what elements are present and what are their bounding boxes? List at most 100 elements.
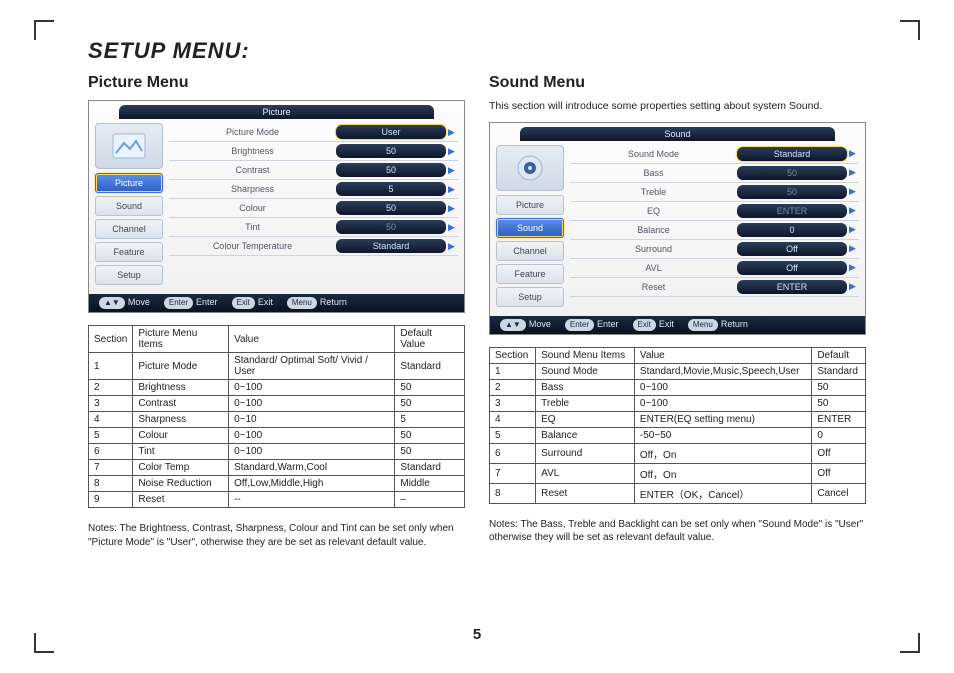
move-label: Move xyxy=(529,319,551,329)
prop-label: AVL xyxy=(570,263,737,273)
chevron-right-icon: ▶ xyxy=(448,146,458,157)
cell: 5 xyxy=(395,412,465,428)
menu-keycap: Menu xyxy=(688,319,718,331)
picture-column: Picture Menu Picture Picture Sound Channel… xyxy=(88,74,465,549)
prop-label: Picture Mode xyxy=(169,127,336,137)
nav-item-feature[interactable]: Feature xyxy=(95,242,163,262)
cell: 0 xyxy=(812,427,866,443)
cell: 5 xyxy=(89,428,133,444)
exit-label: Exit xyxy=(258,297,273,307)
table-row: 3Treble0~10050 xyxy=(490,395,866,411)
chevron-right-icon: ▶ xyxy=(448,222,458,233)
cell: 8 xyxy=(89,476,133,492)
nav-item-setup[interactable]: Setup xyxy=(95,265,163,285)
osd-footer: ▲▼Move EnterEnter ExitExit MenuReturn xyxy=(490,316,865,334)
cell: Standard,Warm,Cool xyxy=(229,460,395,476)
osd-title: Picture xyxy=(119,105,434,119)
table-row: 5Colour0~10050 xyxy=(89,428,465,444)
nav-item-channel[interactable]: Channel xyxy=(496,241,564,261)
prop-label: Brightness xyxy=(169,146,336,156)
cell: Noise Reduction xyxy=(133,476,229,492)
table-row: 9Reset--– xyxy=(89,492,465,508)
sound-osd-screenshot: Sound PictureSoundChannelFeatureSetup So… xyxy=(489,122,866,335)
col-header: Sound Menu Items xyxy=(536,347,635,363)
cell: Sharpness xyxy=(133,412,229,428)
prop-row[interactable]: Picture ModeUser▶ xyxy=(169,123,458,142)
prop-row[interactable]: Sound ModeStandard▶ xyxy=(570,145,859,164)
prop-value: Standard xyxy=(336,239,446,253)
prop-value: 0 xyxy=(737,223,847,237)
prop-row[interactable]: Treble50▶ xyxy=(570,183,859,202)
exit-label: Exit xyxy=(659,319,674,329)
chevron-right-icon: ▶ xyxy=(849,167,859,178)
cell: Standard xyxy=(395,460,465,476)
table-row: 8ResetENTER（OK，Cancel）Cancel xyxy=(490,483,866,503)
crop-mark xyxy=(34,20,54,40)
return-label: Return xyxy=(320,297,347,307)
prop-label: Sharpness xyxy=(169,184,336,194)
cell: 50 xyxy=(395,444,465,460)
page-number: 5 xyxy=(0,626,954,643)
nav-item-sound[interactable]: Sound xyxy=(95,196,163,216)
cell: 0~100 xyxy=(634,379,811,395)
picture-icon xyxy=(95,123,163,169)
chevron-right-icon: ▶ xyxy=(448,165,458,176)
cell: Reset xyxy=(536,483,635,503)
nav-item-picture[interactable]: Picture xyxy=(496,195,564,215)
chevron-right-icon: ▶ xyxy=(448,184,458,195)
nav-item-feature[interactable]: Feature xyxy=(496,264,564,284)
cell: 50 xyxy=(395,428,465,444)
prop-row[interactable]: Sharpness5▶ xyxy=(169,180,458,199)
cell: 4 xyxy=(89,412,133,428)
prop-value: Off xyxy=(737,261,847,275)
table-row: 4EQENTER(EQ setting menu)ENTER xyxy=(490,411,866,427)
picture-table: SectionPicture Menu ItemsValueDefault Va… xyxy=(88,325,465,508)
prop-row[interactable]: Colour50▶ xyxy=(169,199,458,218)
cell: Off,Low,Middle,High xyxy=(229,476,395,492)
table-row: 7Color TempStandard,Warm,CoolStandard xyxy=(89,460,465,476)
speaker-icon xyxy=(496,145,564,191)
prop-row[interactable]: AVLOff▶ xyxy=(570,259,859,278)
cell: Picture Mode xyxy=(133,353,229,380)
nav-item-sound[interactable]: Sound xyxy=(496,218,564,238)
menu-keycap: Menu xyxy=(287,297,317,309)
sound-intro: This section will introduce some propert… xyxy=(489,100,866,114)
cell: 8 xyxy=(490,483,536,503)
col-header: Section xyxy=(490,347,536,363)
prop-row[interactable]: Contrast50▶ xyxy=(169,161,458,180)
cell: 7 xyxy=(490,463,536,483)
cell: -- xyxy=(229,492,395,508)
prop-row[interactable]: SurroundOff▶ xyxy=(570,240,859,259)
nav-item-channel[interactable]: Channel xyxy=(95,219,163,239)
prop-row[interactable]: ResetENTER▶ xyxy=(570,278,859,297)
cell: 2 xyxy=(89,380,133,396)
cell: Bass xyxy=(536,379,635,395)
cell: ENTER（OK，Cancel） xyxy=(634,483,811,503)
prop-row[interactable]: EQENTER▶ xyxy=(570,202,859,221)
picture-heading: Picture Menu xyxy=(88,74,465,92)
cell: 2 xyxy=(490,379,536,395)
prop-row[interactable]: Colour TemperatureStandard▶ xyxy=(169,237,458,256)
cell: Off xyxy=(812,463,866,483)
cell: ENTER(EQ setting menu) xyxy=(634,411,811,427)
prop-row[interactable]: Tint50▶ xyxy=(169,218,458,237)
cell: Off，On xyxy=(634,443,811,463)
chevron-right-icon: ▶ xyxy=(849,186,859,197)
nav-item-picture[interactable]: Picture xyxy=(95,173,163,193)
prop-value: Standard xyxy=(737,147,847,161)
enter-label: Enter xyxy=(597,319,619,329)
prop-label: Surround xyxy=(570,244,737,254)
cell: 1 xyxy=(89,353,133,380)
col-header: Picture Menu Items xyxy=(133,326,229,353)
prop-value: Off xyxy=(737,242,847,256)
prop-row[interactable]: Brightness50▶ xyxy=(169,142,458,161)
crop-mark xyxy=(900,20,920,40)
nav-item-setup[interactable]: Setup xyxy=(496,287,564,307)
prop-row[interactable]: Balance0▶ xyxy=(570,221,859,240)
prop-row[interactable]: Bass50▶ xyxy=(570,164,859,183)
cell: Sound Mode xyxy=(536,363,635,379)
table-row: 5Balance-50~500 xyxy=(490,427,866,443)
cell: Brightness xyxy=(133,380,229,396)
osd-footer: ▲▼Move EnterEnter ExitExit MenuReturn xyxy=(89,294,464,312)
col-header: Default Value xyxy=(395,326,465,353)
